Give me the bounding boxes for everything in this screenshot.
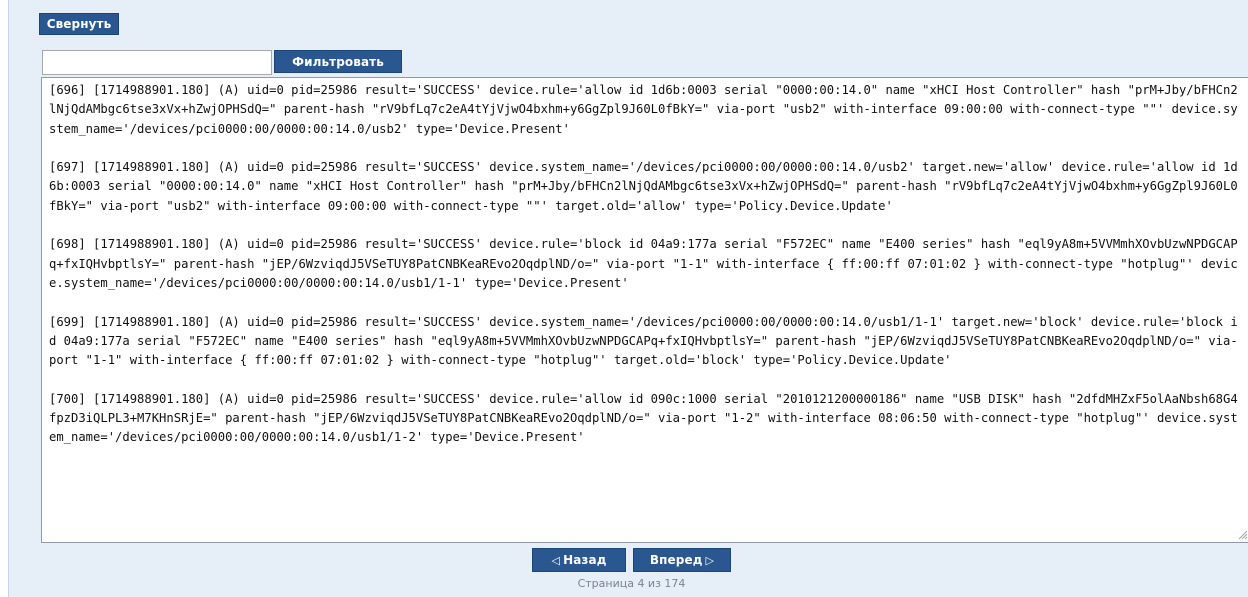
log-entry: [696] [1714988901.180] (A) uid=0 pid=259… bbox=[49, 83, 1238, 136]
log-textarea[interactable]: [696] [1714988901.180] (A) uid=0 pid=259… bbox=[41, 77, 1248, 543]
next-page-button[interactable]: Вперед ▷ bbox=[633, 548, 731, 572]
log-entry: [699] [1714988901.180] (A) uid=0 pid=259… bbox=[49, 314, 1238, 368]
triangle-right-icon: ▷ bbox=[705, 553, 715, 567]
filter-button-label: Фильтровать bbox=[292, 54, 384, 69]
collapse-button-label: Свернуть bbox=[46, 17, 112, 31]
filter-button[interactable]: Фильтровать bbox=[274, 50, 402, 73]
log-entry: [700] [1714988901.180] (A) uid=0 pid=259… bbox=[49, 391, 1238, 445]
filter-input[interactable] bbox=[42, 50, 272, 75]
collapse-button[interactable]: Свернуть bbox=[39, 13, 119, 35]
log-entry: [698] [1714988901.180] (A) uid=0 pid=259… bbox=[49, 237, 1238, 290]
resize-grip-icon[interactable] bbox=[1238, 530, 1248, 540]
triangle-left-icon: ◁ bbox=[551, 553, 561, 567]
log-entry: [697] [1714988901.180] (A) uid=0 pid=259… bbox=[49, 160, 1238, 213]
next-page-label: Вперед bbox=[649, 553, 703, 567]
prev-page-label: Назад bbox=[563, 553, 607, 567]
page-indicator: Страница 4 из 174 bbox=[577, 577, 686, 590]
log-content: [696] [1714988901.180] (A) uid=0 pid=259… bbox=[49, 81, 1240, 467]
prev-page-button[interactable]: ◁ Назад bbox=[532, 548, 626, 572]
content-panel: Свернуть Фильтровать [696] [1714988901.1… bbox=[8, 0, 1248, 597]
